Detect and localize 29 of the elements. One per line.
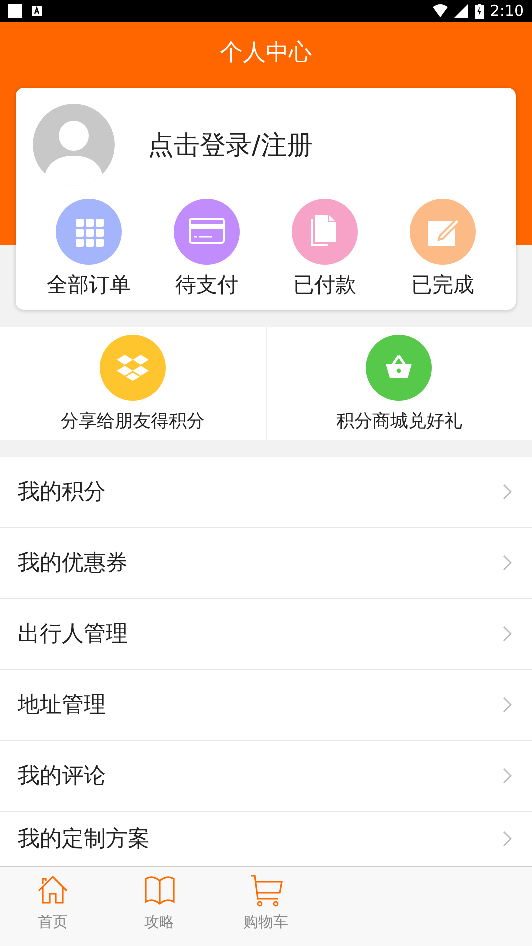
chevron-right-icon bbox=[503, 768, 512, 784]
chevron-right-icon bbox=[503, 831, 512, 847]
menu-item[interactable]: 我的积分 bbox=[0, 457, 532, 528]
chevron-right-icon bbox=[503, 484, 512, 500]
reward-item[interactable]: 分享给朋友得积分 bbox=[0, 327, 266, 440]
status-time: 2:10 bbox=[490, 2, 524, 20]
order-item[interactable]: 待支付 bbox=[152, 199, 262, 299]
login-link[interactable]: 点击登录/注册 bbox=[148, 128, 313, 162]
menu-item[interactable]: 出行人管理 bbox=[0, 599, 532, 670]
order-item[interactable]: 全部订单 bbox=[34, 199, 144, 299]
battery-icon bbox=[475, 4, 484, 18]
avatar-icon bbox=[33, 104, 115, 186]
menu-item[interactable]: 我的定制方案 bbox=[0, 812, 532, 866]
order-item[interactable]: 已完成 bbox=[388, 199, 498, 299]
page-title: 个人中心 bbox=[219, 39, 313, 68]
notification-icon bbox=[8, 4, 22, 18]
notification-icon bbox=[32, 6, 42, 16]
cart-icon bbox=[248, 873, 283, 907]
home-icon bbox=[36, 873, 70, 907]
reward-item[interactable]: 积分商城兑好礼 bbox=[266, 327, 532, 440]
menu-item[interactable]: 我的优惠券 bbox=[0, 528, 532, 599]
chevron-right-icon bbox=[503, 697, 512, 713]
order-item[interactable]: 已付款 bbox=[270, 199, 380, 299]
menu-item[interactable]: 我的评论 bbox=[0, 741, 532, 812]
wifi-icon bbox=[433, 4, 448, 18]
chevron-right-icon bbox=[503, 555, 512, 571]
signal-icon bbox=[454, 4, 470, 18]
menu-item[interactable]: 地址管理 bbox=[0, 670, 532, 741]
chevron-right-icon bbox=[503, 626, 512, 642]
